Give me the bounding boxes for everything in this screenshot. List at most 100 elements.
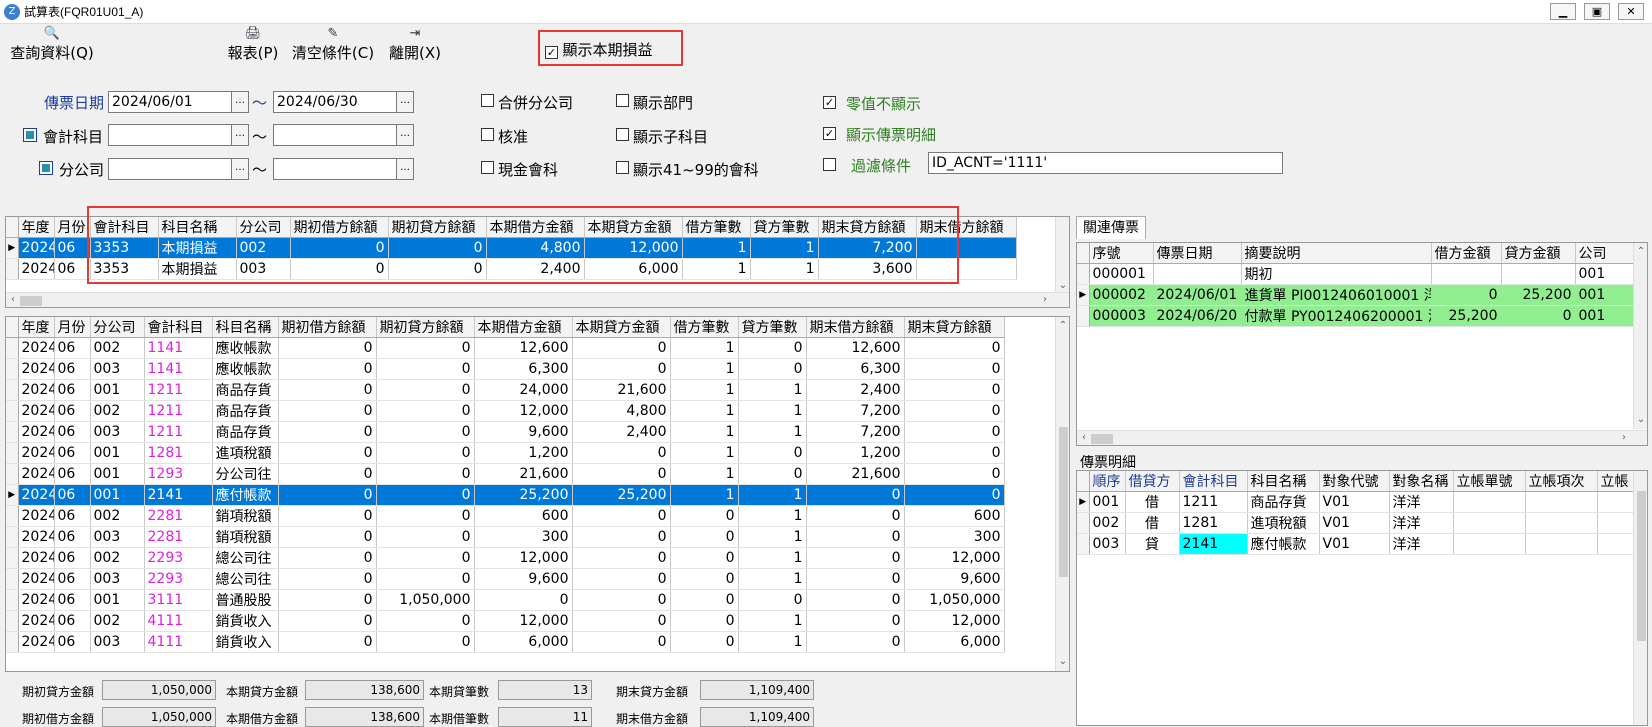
table-cell[interactable] bbox=[1525, 533, 1598, 555]
table-cell[interactable] bbox=[1431, 263, 1502, 285]
table-cell[interactable]: 002 bbox=[90, 505, 145, 527]
table-cell[interactable]: 003 bbox=[90, 421, 145, 443]
table-cell[interactable]: 0 bbox=[572, 589, 671, 611]
table-cell[interactable]: 1 bbox=[670, 379, 739, 401]
table-cell[interactable]: 2024 bbox=[18, 463, 55, 485]
table-cell[interactable]: 0 bbox=[670, 631, 739, 653]
table-cell[interactable]: 002 bbox=[1089, 512, 1126, 534]
column-header[interactable]: 摘要說明 bbox=[1241, 243, 1432, 264]
table-cell[interactable]: 1,050,000 bbox=[904, 589, 1005, 611]
date-from-picker[interactable]: … bbox=[231, 91, 249, 113]
table-row[interactable]: 2024 06 003 1141 應收帳款 0 0 6,300 0 1 0 6,300 0 bbox=[6, 358, 1005, 380]
table-cell[interactable]: 應收帳款 bbox=[212, 337, 279, 359]
branch-picker-icon[interactable] bbox=[39, 161, 53, 175]
pl-summary-grid[interactable]: 年度 月份 會計科目 科目名稱 分公司 期初借方餘額 期初貸方餘額 本期借方金額 本期貸方金額借… bbox=[5, 216, 1070, 308]
table-cell[interactable]: 0 bbox=[278, 589, 377, 611]
table-cell[interactable]: 0 bbox=[806, 631, 905, 653]
table-row[interactable]: 2024 06 003 1211 商品存貨 0 0 9,600 2,400 1 1 7,200 0 bbox=[6, 421, 1005, 443]
table-cell[interactable]: 0 bbox=[904, 358, 1005, 380]
show-pl-option[interactable]: ✓ 顯示本期損益 bbox=[545, 39, 652, 60]
table-cell[interactable]: 2024 bbox=[18, 526, 55, 548]
table-cell[interactable]: 1 bbox=[738, 400, 807, 422]
row-indicator[interactable] bbox=[1077, 305, 1090, 327]
zero-hide-checkbox[interactable]: ✓ bbox=[823, 96, 836, 109]
table-cell[interactable]: 本期損益 bbox=[158, 258, 237, 280]
related-voucher-grid[interactable]: 序號 傳票日期 摘要說明 借方金額 貸方金額 公司 000001 期初 001 ▶ 000002 20… bbox=[1076, 242, 1648, 446]
filter-input[interactable]: ID_ACNT='1111' bbox=[928, 152, 1283, 174]
column-header[interactable]: 借方筆數 bbox=[670, 317, 739, 338]
table-row[interactable]: 2024 06 002 4111 銷貨收入 0 0 12,000 0 0 1 0 12,000 bbox=[6, 610, 1005, 632]
row-indicator[interactable] bbox=[1077, 263, 1090, 285]
trial-balance-grid[interactable]: 年度 月份 分公司 會計科目 科目名稱 期初借方餘額 期初貸方餘額 本期借方金額 本期貸方金額借… bbox=[5, 316, 1070, 672]
table-cell[interactable]: 001 bbox=[1575, 263, 1636, 285]
table-cell[interactable]: 2024/06/01 bbox=[1153, 284, 1242, 306]
table-cell[interactable]: 25,200 bbox=[1431, 305, 1502, 327]
exit-button[interactable]: ⇥ 離開(X) bbox=[387, 26, 443, 63]
column-header[interactable]: 分公司 bbox=[236, 217, 291, 238]
table-cell[interactable]: 600 bbox=[474, 505, 573, 527]
table-cell[interactable]: 期初 bbox=[1241, 263, 1432, 285]
column-header[interactable]: 期初借方餘額 bbox=[290, 217, 389, 238]
table-cell[interactable]: 4111 bbox=[144, 610, 213, 632]
table-cell[interactable]: 2293 bbox=[144, 568, 213, 590]
table-cell[interactable] bbox=[1525, 491, 1598, 513]
scroll-left-icon[interactable]: ‹ bbox=[6, 293, 20, 307]
table-cell[interactable]: V01 bbox=[1319, 491, 1390, 513]
table-cell[interactable]: 2024 bbox=[18, 505, 55, 527]
table-cell[interactable] bbox=[1525, 512, 1598, 534]
branch-from-input[interactable] bbox=[108, 158, 233, 180]
table-cell[interactable]: 1 bbox=[738, 505, 807, 527]
table-cell[interactable]: 貸 bbox=[1125, 533, 1180, 555]
column-header[interactable]: 借貸方 bbox=[1125, 471, 1180, 492]
table-cell[interactable]: 1,200 bbox=[806, 442, 905, 464]
table-cell[interactable]: 借 bbox=[1125, 491, 1180, 513]
table-row[interactable]: 003 貸 2141 應付帳款 V01 洋洋 bbox=[1077, 533, 1638, 555]
table-cell[interactable]: 2,400 bbox=[486, 258, 585, 280]
column-header[interactable]: 立帳項次 bbox=[1525, 471, 1598, 492]
table-cell[interactable]: 0 bbox=[290, 237, 389, 259]
table-cell[interactable]: 6,300 bbox=[806, 358, 905, 380]
table-row[interactable]: ▶0000022024/06/01進貨單 PI0012406010001 洋洋0… bbox=[1077, 284, 1636, 306]
table-cell[interactable]: 0 bbox=[376, 526, 475, 548]
show-41-99-checkbox[interactable] bbox=[616, 161, 629, 174]
table-cell[interactable]: 總公司往 bbox=[212, 568, 279, 590]
table-cell[interactable]: 0 bbox=[572, 337, 671, 359]
table-cell[interactable]: 0 bbox=[278, 358, 377, 380]
table-cell[interactable]: 25,200 bbox=[1501, 284, 1576, 306]
table-cell[interactable]: 0 bbox=[376, 421, 475, 443]
table-cell[interactable]: 003 bbox=[1089, 533, 1126, 555]
table-cell[interactable]: 0 bbox=[278, 526, 377, 548]
table-cell[interactable] bbox=[1453, 491, 1526, 513]
table-cell[interactable]: 付款單 PY0012406200001 洋洋 bbox=[1241, 305, 1432, 327]
table-cell[interactable]: 3353 bbox=[90, 258, 159, 280]
table-cell[interactable]: 002 bbox=[90, 400, 145, 422]
column-header[interactable]: 立帳 bbox=[1597, 471, 1638, 492]
table-cell[interactable]: 003 bbox=[90, 526, 145, 548]
table-cell[interactable]: 4,800 bbox=[572, 400, 671, 422]
row-indicator[interactable] bbox=[1077, 533, 1090, 555]
table-cell[interactable] bbox=[1453, 533, 1526, 555]
table-cell[interactable]: 0 bbox=[572, 547, 671, 569]
table-cell[interactable]: 0 bbox=[738, 337, 807, 359]
table-cell[interactable]: 000001 bbox=[1089, 263, 1154, 285]
table-cell[interactable]: 0 bbox=[806, 610, 905, 632]
table-cell[interactable]: 600 bbox=[904, 505, 1005, 527]
show-pl-checkbox[interactable]: ✓ bbox=[545, 46, 558, 59]
row-indicator[interactable] bbox=[6, 631, 19, 653]
row-indicator[interactable] bbox=[6, 258, 19, 280]
table-cell[interactable]: 0 bbox=[278, 484, 377, 506]
table-cell[interactable]: 21,600 bbox=[806, 463, 905, 485]
table-cell[interactable]: 進貨單 PI0012406010001 洋洋 bbox=[1241, 284, 1432, 306]
table-cell[interactable]: 0 bbox=[670, 505, 739, 527]
table-cell[interactable]: 1211 bbox=[144, 379, 213, 401]
table-cell[interactable]: 1141 bbox=[144, 358, 213, 380]
query-button[interactable]: 🔍 查詢資料(Q) bbox=[8, 26, 96, 63]
table-cell[interactable]: 06 bbox=[54, 337, 91, 359]
column-header[interactable]: 借方筆數 bbox=[682, 217, 751, 238]
column-header[interactable]: 月份 bbox=[54, 217, 91, 238]
detail-vscroll[interactable] bbox=[1633, 471, 1647, 725]
table-cell[interactable]: 0 bbox=[376, 337, 475, 359]
table-cell[interactable]: 000003 bbox=[1089, 305, 1154, 327]
table-cell[interactable]: 0 bbox=[904, 421, 1005, 443]
table-cell[interactable]: 0 bbox=[376, 631, 475, 653]
